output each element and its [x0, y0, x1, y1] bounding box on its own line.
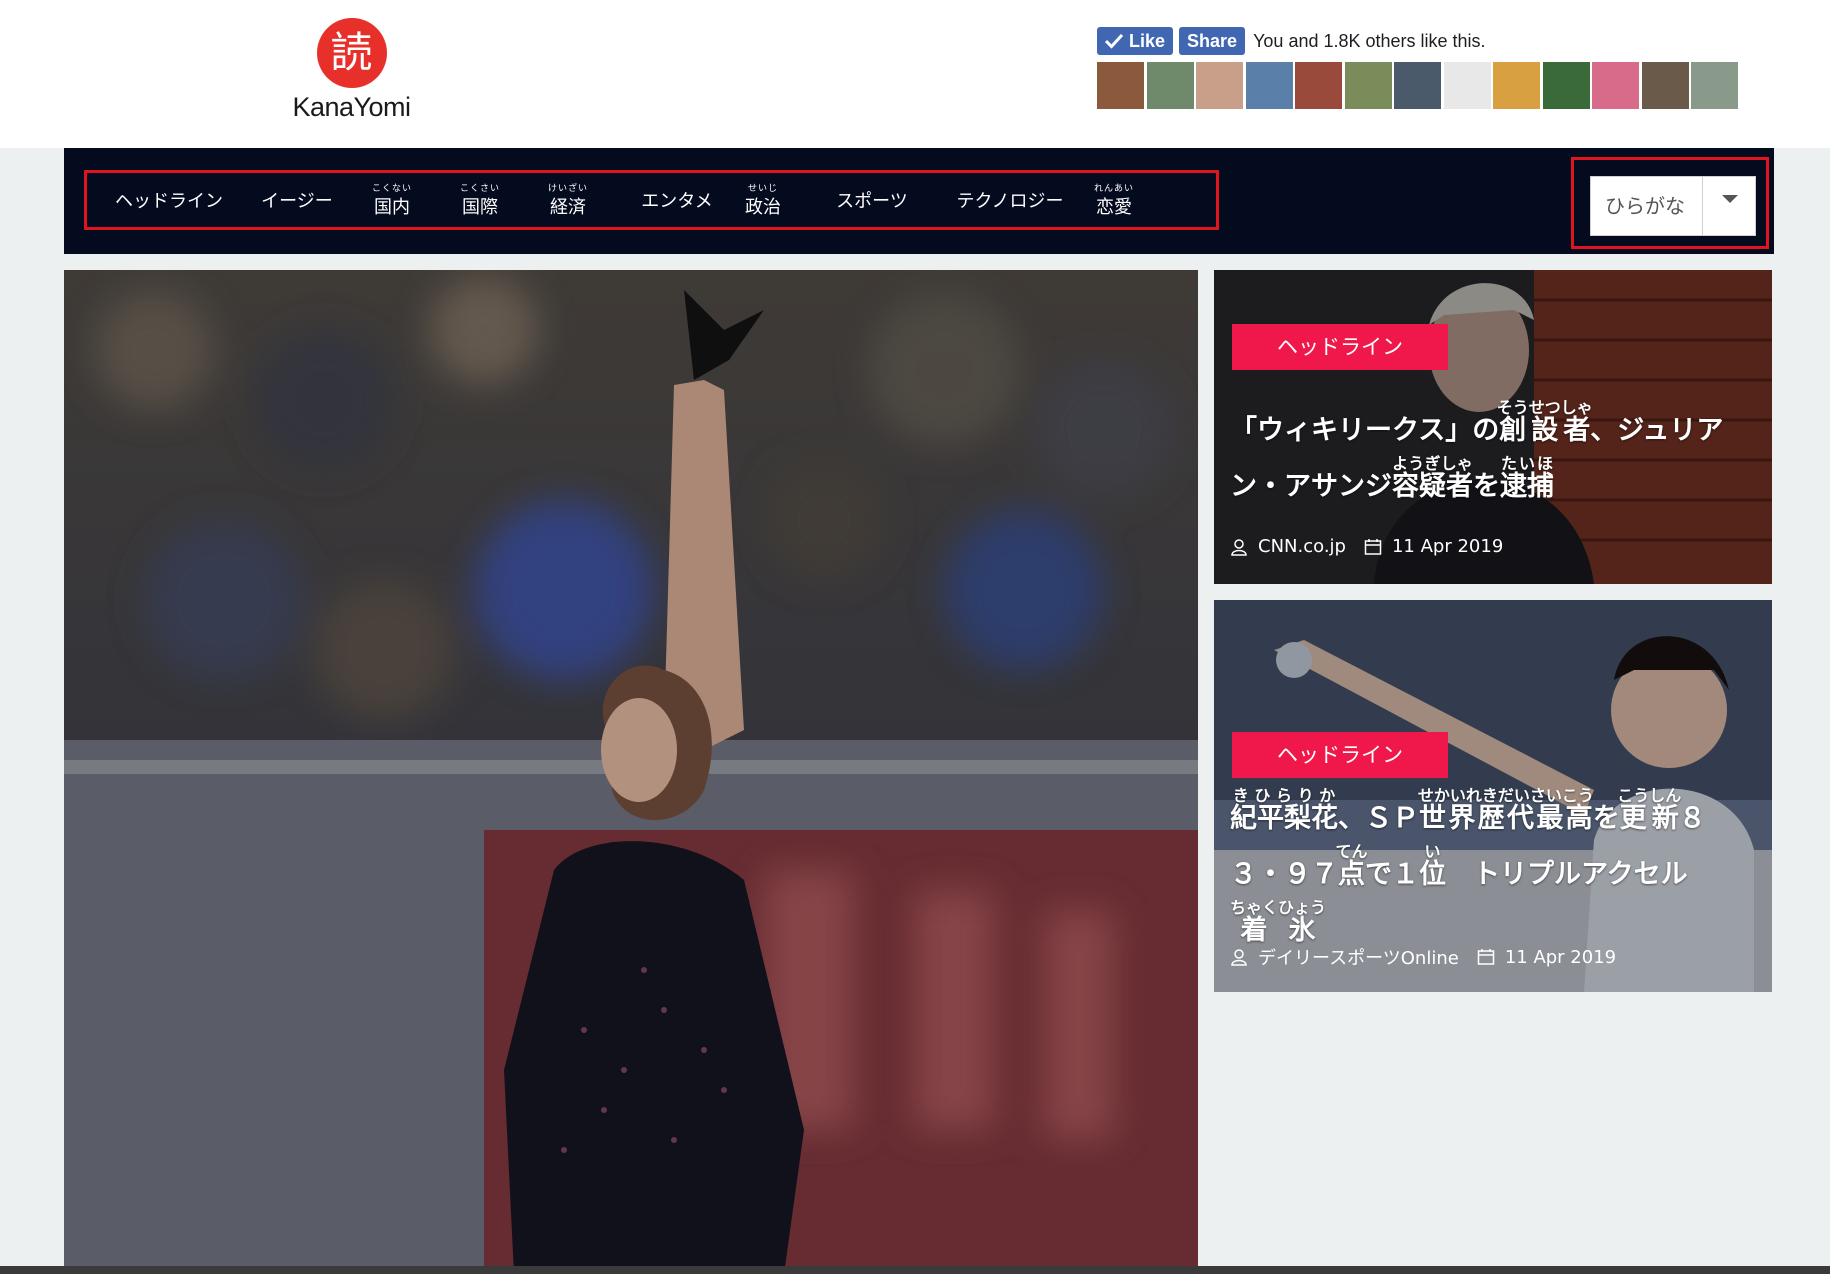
friend-avatar[interactable]: [1691, 62, 1738, 109]
nav-item-reading: こくない: [371, 184, 412, 194]
nav-item-label: 政治: [745, 197, 781, 218]
friend-avatars: [1097, 62, 1741, 109]
article-2-date: 11 Apr 2019: [1504, 946, 1617, 968]
like-count-text: You and 1.8K others like this.: [1253, 30, 1486, 51]
reading-mode-selector: ひらがな: [1571, 157, 1769, 249]
nav-item-5[interactable]: エンタメ: [632, 173, 722, 227]
nav-item-label: ヘッドライン: [115, 191, 223, 212]
user-icon: [1231, 949, 1247, 966]
nav-item-0[interactable]: ヘッドライン: [109, 173, 229, 227]
friend-avatar[interactable]: [1641, 62, 1689, 109]
calendar-icon: [1477, 949, 1495, 965]
like-label: Like: [1129, 30, 1166, 51]
article-1-source: CNN.co.jp: [1258, 536, 1346, 557]
nav-item-label: 国際: [462, 197, 498, 218]
friend-avatar[interactable]: [1295, 62, 1342, 109]
horizontal-scrollbar[interactable]: [0, 1266, 1830, 1274]
nav-item-7[interactable]: スポーツ: [827, 173, 917, 227]
figure-skater-photo: [64, 270, 1198, 1274]
nav-item-2[interactable]: こくない 国内: [368, 173, 416, 227]
facebook-like-button[interactable]: Like: [1097, 27, 1174, 55]
article-1-title[interactable]: 「ウィキリークス」の創設者そうせつしゃ、ジュリア ン・アサンジ容疑者ようぎしゃを逮…: [1230, 398, 1760, 515]
article-2-category-badge[interactable]: ヘッドライン: [1232, 732, 1448, 778]
category-nav: ヘッドライン イージー こくない 国内 こくさい 国際 けいざい 経済 エンタメ せいじ 政治 スポー…: [64, 148, 1774, 254]
featured-article-image[interactable]: [64, 270, 1198, 1274]
nav-item-reading: せいじ: [747, 184, 778, 194]
nav-item-9[interactable]: れんあい 恋愛: [1090, 173, 1138, 227]
friend-avatar[interactable]: [1344, 62, 1392, 109]
reading-mode-dropdown[interactable]: ひらがな: [1590, 176, 1756, 236]
nav-item-label: イージー: [261, 191, 333, 212]
logo-mark: 読: [316, 18, 387, 88]
nav-item-label: 恋愛: [1096, 197, 1132, 218]
nav-item-8[interactable]: テクノロジー: [945, 173, 1075, 227]
facebook-social-plugin: Like Share You and 1.8K others like this…: [1097, 26, 1486, 56]
category-menu: ヘッドライン イージー こくない 国内 こくさい 国際 けいざい 経済 エンタメ せいじ 政治 スポー…: [84, 170, 1219, 230]
friend-avatar[interactable]: [1146, 62, 1194, 109]
facebook-share-button[interactable]: Share: [1179, 27, 1246, 55]
nav-item-3[interactable]: こくさい 国際: [456, 173, 504, 227]
nav-item-reading: けいざい: [547, 184, 588, 194]
friend-avatar[interactable]: [1097, 62, 1144, 109]
friend-avatar[interactable]: [1493, 62, 1540, 109]
nav-item-1[interactable]: イージー: [252, 173, 342, 227]
friend-avatar[interactable]: [1394, 62, 1441, 109]
article-card-2[interactable]: ヘッドライン 紀平梨花きひらりか、ＳＰ世界歴代最高せかいれきだいさいこうを更新こ…: [1214, 600, 1772, 992]
reading-mode-value: ひらがな: [1605, 194, 1685, 218]
article-1-category-badge[interactable]: ヘッドライン: [1232, 324, 1448, 370]
article-1-meta: CNN.co.jp 11 Apr 2019: [1230, 536, 1503, 557]
nav-item-reading: こくさい: [459, 184, 500, 194]
article-2-meta: デイリースポーツOnline 11 Apr 2019: [1230, 944, 1616, 970]
user-icon: [1231, 538, 1247, 556]
share-label: Share: [1187, 30, 1238, 51]
calendar-icon: [1364, 538, 1382, 555]
caret-down-icon[interactable]: [1702, 177, 1755, 235]
friend-avatar[interactable]: [1245, 62, 1293, 109]
check-icon: [1105, 33, 1123, 49]
friend-avatar[interactable]: [1196, 62, 1243, 109]
logo-wordmark: KanaYomi: [292, 92, 411, 122]
nav-item-label: 経済: [550, 197, 586, 218]
article-card-1[interactable]: ヘッドライン 「ウィキリークス」の創設者そうせつしゃ、ジュリア ン・アサンジ容疑者…: [1214, 270, 1772, 584]
nav-item-6[interactable]: せいじ 政治: [739, 173, 787, 227]
friend-avatar[interactable]: [1592, 62, 1639, 109]
nav-item-label: エンタメ: [641, 191, 713, 212]
friend-avatar[interactable]: [1443, 62, 1491, 109]
article-1-date: 11 Apr 2019: [1391, 536, 1504, 557]
article-2-source: デイリースポーツOnline: [1258, 948, 1459, 969]
nav-item-4[interactable]: けいざい 経済: [544, 173, 592, 227]
nav-item-label: スポーツ: [836, 191, 908, 212]
nav-item-label: テクノロジー: [956, 191, 1064, 212]
site-header: 読 KanaYomi Like Share You and 1.8K other…: [0, 0, 1830, 148]
article-2-title[interactable]: 紀平梨花きひらりか、ＳＰ世界歴代最高せかいれきだいさいこうを更新こうしん８ ３・９…: [1230, 786, 1760, 959]
friend-avatar[interactable]: [1542, 62, 1590, 109]
site-logo[interactable]: 読 KanaYomi: [284, 18, 419, 122]
nav-item-label: 国内: [374, 197, 410, 218]
nav-item-reading: れんあい: [1093, 184, 1134, 194]
